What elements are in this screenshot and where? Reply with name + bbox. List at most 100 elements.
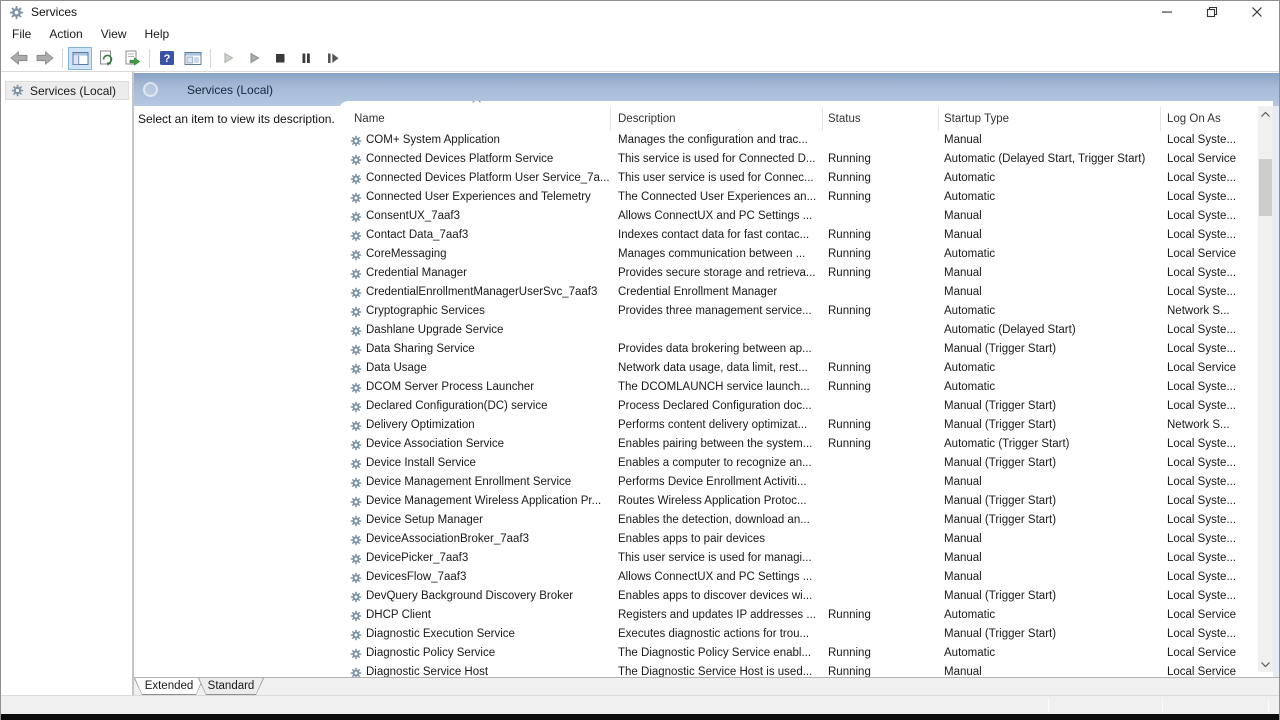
service-row[interactable]: Device Setup Manager Enables the detecti… bbox=[338, 511, 1258, 530]
service-gear-icon bbox=[350, 439, 362, 451]
service-status bbox=[823, 207, 939, 226]
service-startup-type: Manual (Trigger Start) bbox=[939, 397, 1161, 416]
service-row[interactable]: Diagnostic Service Host The Diagnostic S… bbox=[338, 663, 1258, 677]
service-row[interactable]: Device Management Wireless Application P… bbox=[338, 492, 1258, 511]
service-row[interactable]: Declared Configuration(DC) service Proce… bbox=[338, 397, 1258, 416]
service-row[interactable]: DeviceAssociationBroker_7aaf3 Enables ap… bbox=[338, 530, 1258, 549]
service-name: Diagnostic Execution Service bbox=[366, 625, 515, 644]
service-status bbox=[823, 131, 939, 150]
tree-item-services-local[interactable]: Services (Local) bbox=[5, 81, 129, 100]
restore-button[interactable] bbox=[1189, 1, 1234, 23]
vertical-scrollbar[interactable] bbox=[1258, 106, 1273, 672]
service-startup-type: Manual (Trigger Start) bbox=[939, 416, 1161, 435]
back-button[interactable] bbox=[7, 47, 31, 70]
pause-service-button[interactable] bbox=[294, 47, 318, 70]
tab-extended[interactable]: Extended bbox=[134, 678, 204, 695]
window-title: Services bbox=[31, 5, 77, 19]
service-name-cell: Declared Configuration(DC) service bbox=[338, 397, 611, 416]
service-row[interactable]: Connected Devices Platform Service This … bbox=[338, 150, 1258, 169]
start-service-button[interactable] bbox=[216, 47, 240, 70]
export-list-button[interactable] bbox=[120, 47, 144, 70]
service-row[interactable]: Diagnostic Policy Service The Diagnostic… bbox=[338, 644, 1258, 663]
service-row[interactable]: Device Management Enrollment Service Per… bbox=[338, 473, 1258, 492]
service-row[interactable]: Connected Devices Platform User Service_… bbox=[338, 169, 1258, 188]
menu-help[interactable]: Help bbox=[136, 25, 179, 43]
service-description: Provides three management service... bbox=[611, 302, 823, 321]
service-name: Connected Devices Platform User Service_… bbox=[366, 169, 610, 188]
service-row[interactable]: Data Sharing Service Provides data broke… bbox=[338, 340, 1258, 359]
service-gear-icon bbox=[350, 667, 362, 678]
service-log-on-as: Local Syste... bbox=[1161, 340, 1258, 359]
service-name-cell: COM+ System Application bbox=[338, 131, 611, 150]
service-gear-icon bbox=[350, 629, 362, 641]
column-header-status[interactable]: Status bbox=[823, 107, 939, 131]
service-row[interactable]: Dashlane Upgrade Service Automatic (Dela… bbox=[338, 321, 1258, 340]
service-name-cell: Contact Data_7aaf3 bbox=[338, 226, 611, 245]
service-startup-type: Automatic bbox=[939, 644, 1161, 663]
service-row[interactable]: DCOM Server Process Launcher The DCOMLAU… bbox=[338, 378, 1258, 397]
show-console-tree-button[interactable] bbox=[68, 47, 92, 70]
resume-service-button[interactable] bbox=[242, 47, 266, 70]
service-log-on-as: Local Syste... bbox=[1161, 492, 1258, 511]
service-row[interactable]: Credential Manager Provides secure stora… bbox=[338, 264, 1258, 283]
service-gear-icon bbox=[350, 173, 362, 185]
service-row[interactable]: Connected User Experiences and Telemetry… bbox=[338, 188, 1258, 207]
show-properties-button[interactable] bbox=[181, 47, 205, 70]
services-list-panel: Name Description Status Startup Type Log… bbox=[338, 101, 1273, 677]
service-name-cell: Delivery Optimization bbox=[338, 416, 611, 435]
service-status bbox=[823, 530, 939, 549]
service-description: Executes diagnostic actions for trou... bbox=[611, 625, 823, 644]
service-row[interactable]: Diagnostic Execution Service Executes di… bbox=[338, 625, 1258, 644]
column-header-startup-type[interactable]: Startup Type bbox=[939, 107, 1161, 131]
service-gear-icon bbox=[350, 249, 362, 261]
service-row[interactable]: Data Usage Network data usage, data limi… bbox=[338, 359, 1258, 378]
close-button[interactable] bbox=[1234, 1, 1279, 23]
column-header-name[interactable]: Name bbox=[338, 107, 611, 131]
scroll-down-button[interactable] bbox=[1258, 656, 1273, 672]
service-row[interactable]: ConsentUX_7aaf3 Allows ConnectUX and PC … bbox=[338, 207, 1258, 226]
service-row[interactable]: Cryptographic Services Provides three ma… bbox=[338, 302, 1258, 321]
menu-view[interactable]: View bbox=[92, 25, 136, 43]
tab-standard[interactable]: Standard bbox=[198, 678, 264, 695]
help-button[interactable]: ? bbox=[155, 47, 179, 70]
service-startup-type: Automatic bbox=[939, 378, 1161, 397]
service-row[interactable]: COM+ System Application Manages the conf… bbox=[338, 131, 1258, 150]
service-startup-type: Manual (Trigger Start) bbox=[939, 511, 1161, 530]
service-description: Allows ConnectUX and PC Settings ... bbox=[611, 568, 823, 587]
service-row[interactable]: DevQuery Background Discovery Broker Ena… bbox=[338, 587, 1258, 606]
service-description: Manages communication between ... bbox=[611, 245, 823, 264]
service-row[interactable]: Contact Data_7aaf3 Indexes contact data … bbox=[338, 226, 1258, 245]
service-description: Indexes contact data for fast contac... bbox=[611, 226, 823, 245]
service-name-cell: Data Usage bbox=[338, 359, 611, 378]
service-row[interactable]: CoreMessaging Manages communication betw… bbox=[338, 245, 1258, 264]
menu-file[interactable]: File bbox=[3, 25, 40, 43]
service-status: Running bbox=[823, 359, 939, 378]
service-row[interactable]: CredentialEnrollmentManagerUserSvc_7aaf3… bbox=[338, 283, 1258, 302]
service-startup-type: Manual (Trigger Start) bbox=[939, 492, 1161, 511]
column-header-description[interactable]: Description bbox=[611, 107, 823, 131]
service-row[interactable]: Device Install Service Enables a compute… bbox=[338, 454, 1258, 473]
service-gear-icon bbox=[350, 496, 362, 508]
forward-button[interactable] bbox=[33, 47, 57, 70]
restart-service-button[interactable] bbox=[320, 47, 344, 70]
service-row[interactable]: Device Association Service Enables pairi… bbox=[338, 435, 1258, 454]
service-row[interactable]: DevicePicker_7aaf3 This user service is … bbox=[338, 549, 1258, 568]
stop-service-button[interactable] bbox=[268, 47, 292, 70]
service-status: Running bbox=[823, 150, 939, 169]
scrollbar-thumb[interactable] bbox=[1259, 159, 1272, 216]
minimize-icon bbox=[1161, 6, 1173, 18]
service-row[interactable]: DHCP Client Registers and updates IP add… bbox=[338, 606, 1258, 625]
service-name-cell: Connected User Experiences and Telemetry bbox=[338, 188, 611, 207]
console-tree-panel: Services (Local) bbox=[1, 72, 134, 695]
header-title: Services (Local) bbox=[187, 83, 273, 97]
service-description: Performs Device Enrollment Activiti... bbox=[611, 473, 823, 492]
service-row[interactable]: Delivery Optimization Performs content d… bbox=[338, 416, 1258, 435]
service-row[interactable]: DevicesFlow_7aaf3 Allows ConnectUX and P… bbox=[338, 568, 1258, 587]
menu-action[interactable]: Action bbox=[40, 25, 91, 43]
column-header-log-on-as[interactable]: Log On As bbox=[1161, 107, 1258, 131]
service-log-on-as: Local Syste... bbox=[1161, 264, 1258, 283]
refresh-button[interactable] bbox=[94, 47, 118, 70]
minimize-button[interactable] bbox=[1144, 1, 1189, 23]
service-log-on-as: Network S... bbox=[1161, 416, 1258, 435]
scroll-up-button[interactable] bbox=[1258, 106, 1273, 122]
